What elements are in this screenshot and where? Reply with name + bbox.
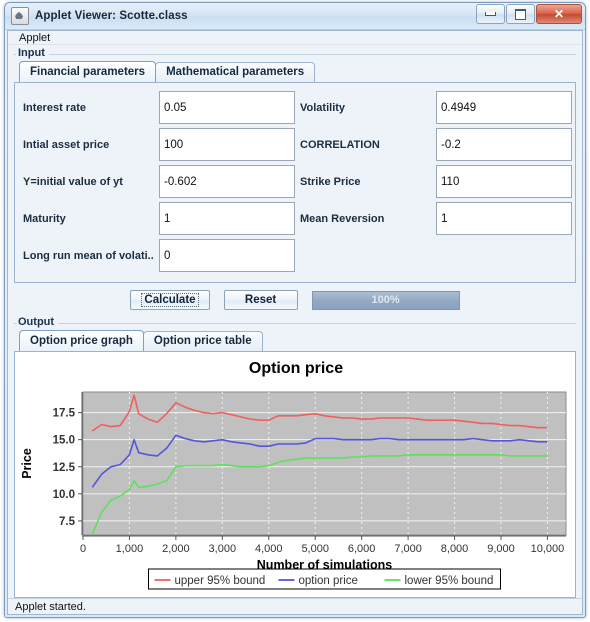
reset-button-label: Reset: [244, 294, 277, 307]
svg-text:1,000: 1,000: [116, 543, 144, 555]
svg-text:3,000: 3,000: [209, 543, 237, 555]
svg-text:Price: Price: [20, 448, 34, 479]
input-interest-rate[interactable]: [159, 91, 295, 125]
input-panel-title: Input: [16, 47, 49, 60]
svg-text:9,000: 9,000: [487, 543, 515, 555]
calculation-progress-bar: 100%: [311, 290, 460, 310]
input-maturity[interactable]: [159, 202, 295, 236]
output-panel: Output: [14, 316, 576, 329]
output-panel-divider: [14, 323, 576, 325]
input-y-initial-value-of-yt[interactable]: [159, 165, 295, 199]
label-maturity: Maturity: [23, 212, 66, 225]
tab-financial-parameters[interactable]: Financial parameters: [19, 61, 157, 83]
close-button[interactable]: ✕: [536, 4, 582, 24]
output-panel-title: Output: [16, 316, 59, 329]
calculate-button-label: Calculate: [141, 293, 199, 308]
tab-mathematical-parameters[interactable]: Mathematical parameters: [155, 62, 316, 83]
input-volatility[interactable]: [436, 91, 572, 125]
input-tabstrip: Financial parameters Mathematical parame…: [14, 61, 576, 83]
label-y-initial-value-of-yt: Y=initial value of yt: [23, 175, 123, 188]
java-cup-icon: [11, 7, 29, 25]
option-price-chart-svg: Option price 7.5 10.0 12.5 15.0 17.5 0 1,000 2,0…: [20, 360, 567, 590]
menu-applet[interactable]: Applet: [16, 32, 53, 44]
input-mean-reversion[interactable]: [436, 202, 572, 236]
svg-text:4,000: 4,000: [255, 543, 283, 555]
svg-text:8,000: 8,000: [441, 543, 469, 555]
applet-viewer-window: Applet Viewer: Scotte.class ✕ Applet Inp…: [4, 2, 586, 618]
applet-body: Applet Input Financial parameters Mathem…: [7, 30, 583, 615]
svg-text:Option price: Option price: [249, 360, 343, 377]
action-button-row: Calculate Reset 100%: [14, 283, 576, 316]
progress-label: 100%: [371, 294, 400, 307]
svg-text:0: 0: [80, 543, 86, 555]
label-volatility: Volatility: [300, 101, 346, 114]
label-interest-rate: Interest rate: [23, 101, 86, 114]
window-title: Applet Viewer: Scotte.class: [35, 10, 188, 22]
svg-text:5,000: 5,000: [301, 543, 329, 555]
svg-text:7.5: 7.5: [59, 516, 76, 528]
label-long-run-mean-of-volatility: Long run mean of volati...: [23, 249, 153, 262]
menubar: Applet: [8, 31, 582, 46]
input-panel-divider: [14, 54, 576, 56]
window-controls: ✕: [475, 4, 582, 24]
input-panel: Input: [14, 47, 576, 60]
tab-option-price-table[interactable]: Option price table: [142, 331, 263, 352]
window-titlebar[interactable]: Applet Viewer: Scotte.class ✕: [5, 3, 585, 30]
svg-text:15.0: 15.0: [53, 435, 75, 447]
minimize-button[interactable]: [476, 4, 505, 24]
output-tabstrip: Option price graph Option price table: [14, 330, 576, 352]
svg-text:7,000: 7,000: [394, 543, 422, 555]
svg-text:lower 95% bound: lower 95% bound: [405, 575, 494, 587]
label-intial-asset-price: Intial asset price: [23, 138, 110, 151]
svg-text:6,000: 6,000: [348, 543, 376, 555]
svg-text:10.0: 10.0: [53, 489, 75, 501]
input-long-run-mean-of-volatility[interactable]: [159, 239, 295, 273]
status-bar: Applet started.: [8, 598, 582, 614]
input-correlation[interactable]: [436, 128, 572, 162]
label-strike-price: Strike Price: [300, 175, 361, 188]
calculate-button[interactable]: Calculate: [130, 290, 210, 311]
label-correlation: CORRELATION: [300, 138, 380, 151]
status-text: Applet started.: [15, 600, 86, 613]
input-intial-asset-price[interactable]: [159, 128, 295, 162]
applet-content: Input Financial parameters Mathematical …: [8, 45, 582, 599]
svg-text:12.5: 12.5: [53, 462, 76, 474]
input-strike-price[interactable]: [436, 165, 572, 199]
svg-text:17.5: 17.5: [53, 408, 76, 420]
reset-button[interactable]: Reset: [223, 290, 298, 311]
label-mean-reversion: Mean Reversion: [300, 212, 385, 225]
svg-text:option price: option price: [299, 575, 358, 587]
option-price-chart: Option price 7.5 10.0 12.5 15.0 17.5 0 1,000 2,0…: [14, 351, 576, 599]
minimize-icon: [477, 5, 504, 23]
svg-text:10,000: 10,000: [531, 543, 565, 555]
svg-text:2,000: 2,000: [162, 543, 190, 555]
close-icon: ✕: [553, 7, 565, 21]
maximize-icon: [507, 5, 534, 23]
maximize-button[interactable]: [506, 4, 535, 24]
financial-parameters-form: Interest rate Volatility Intial asset pr…: [14, 82, 576, 284]
svg-text:upper 95% bound: upper 95% bound: [175, 575, 266, 587]
tab-option-price-graph[interactable]: Option price graph: [19, 330, 144, 352]
